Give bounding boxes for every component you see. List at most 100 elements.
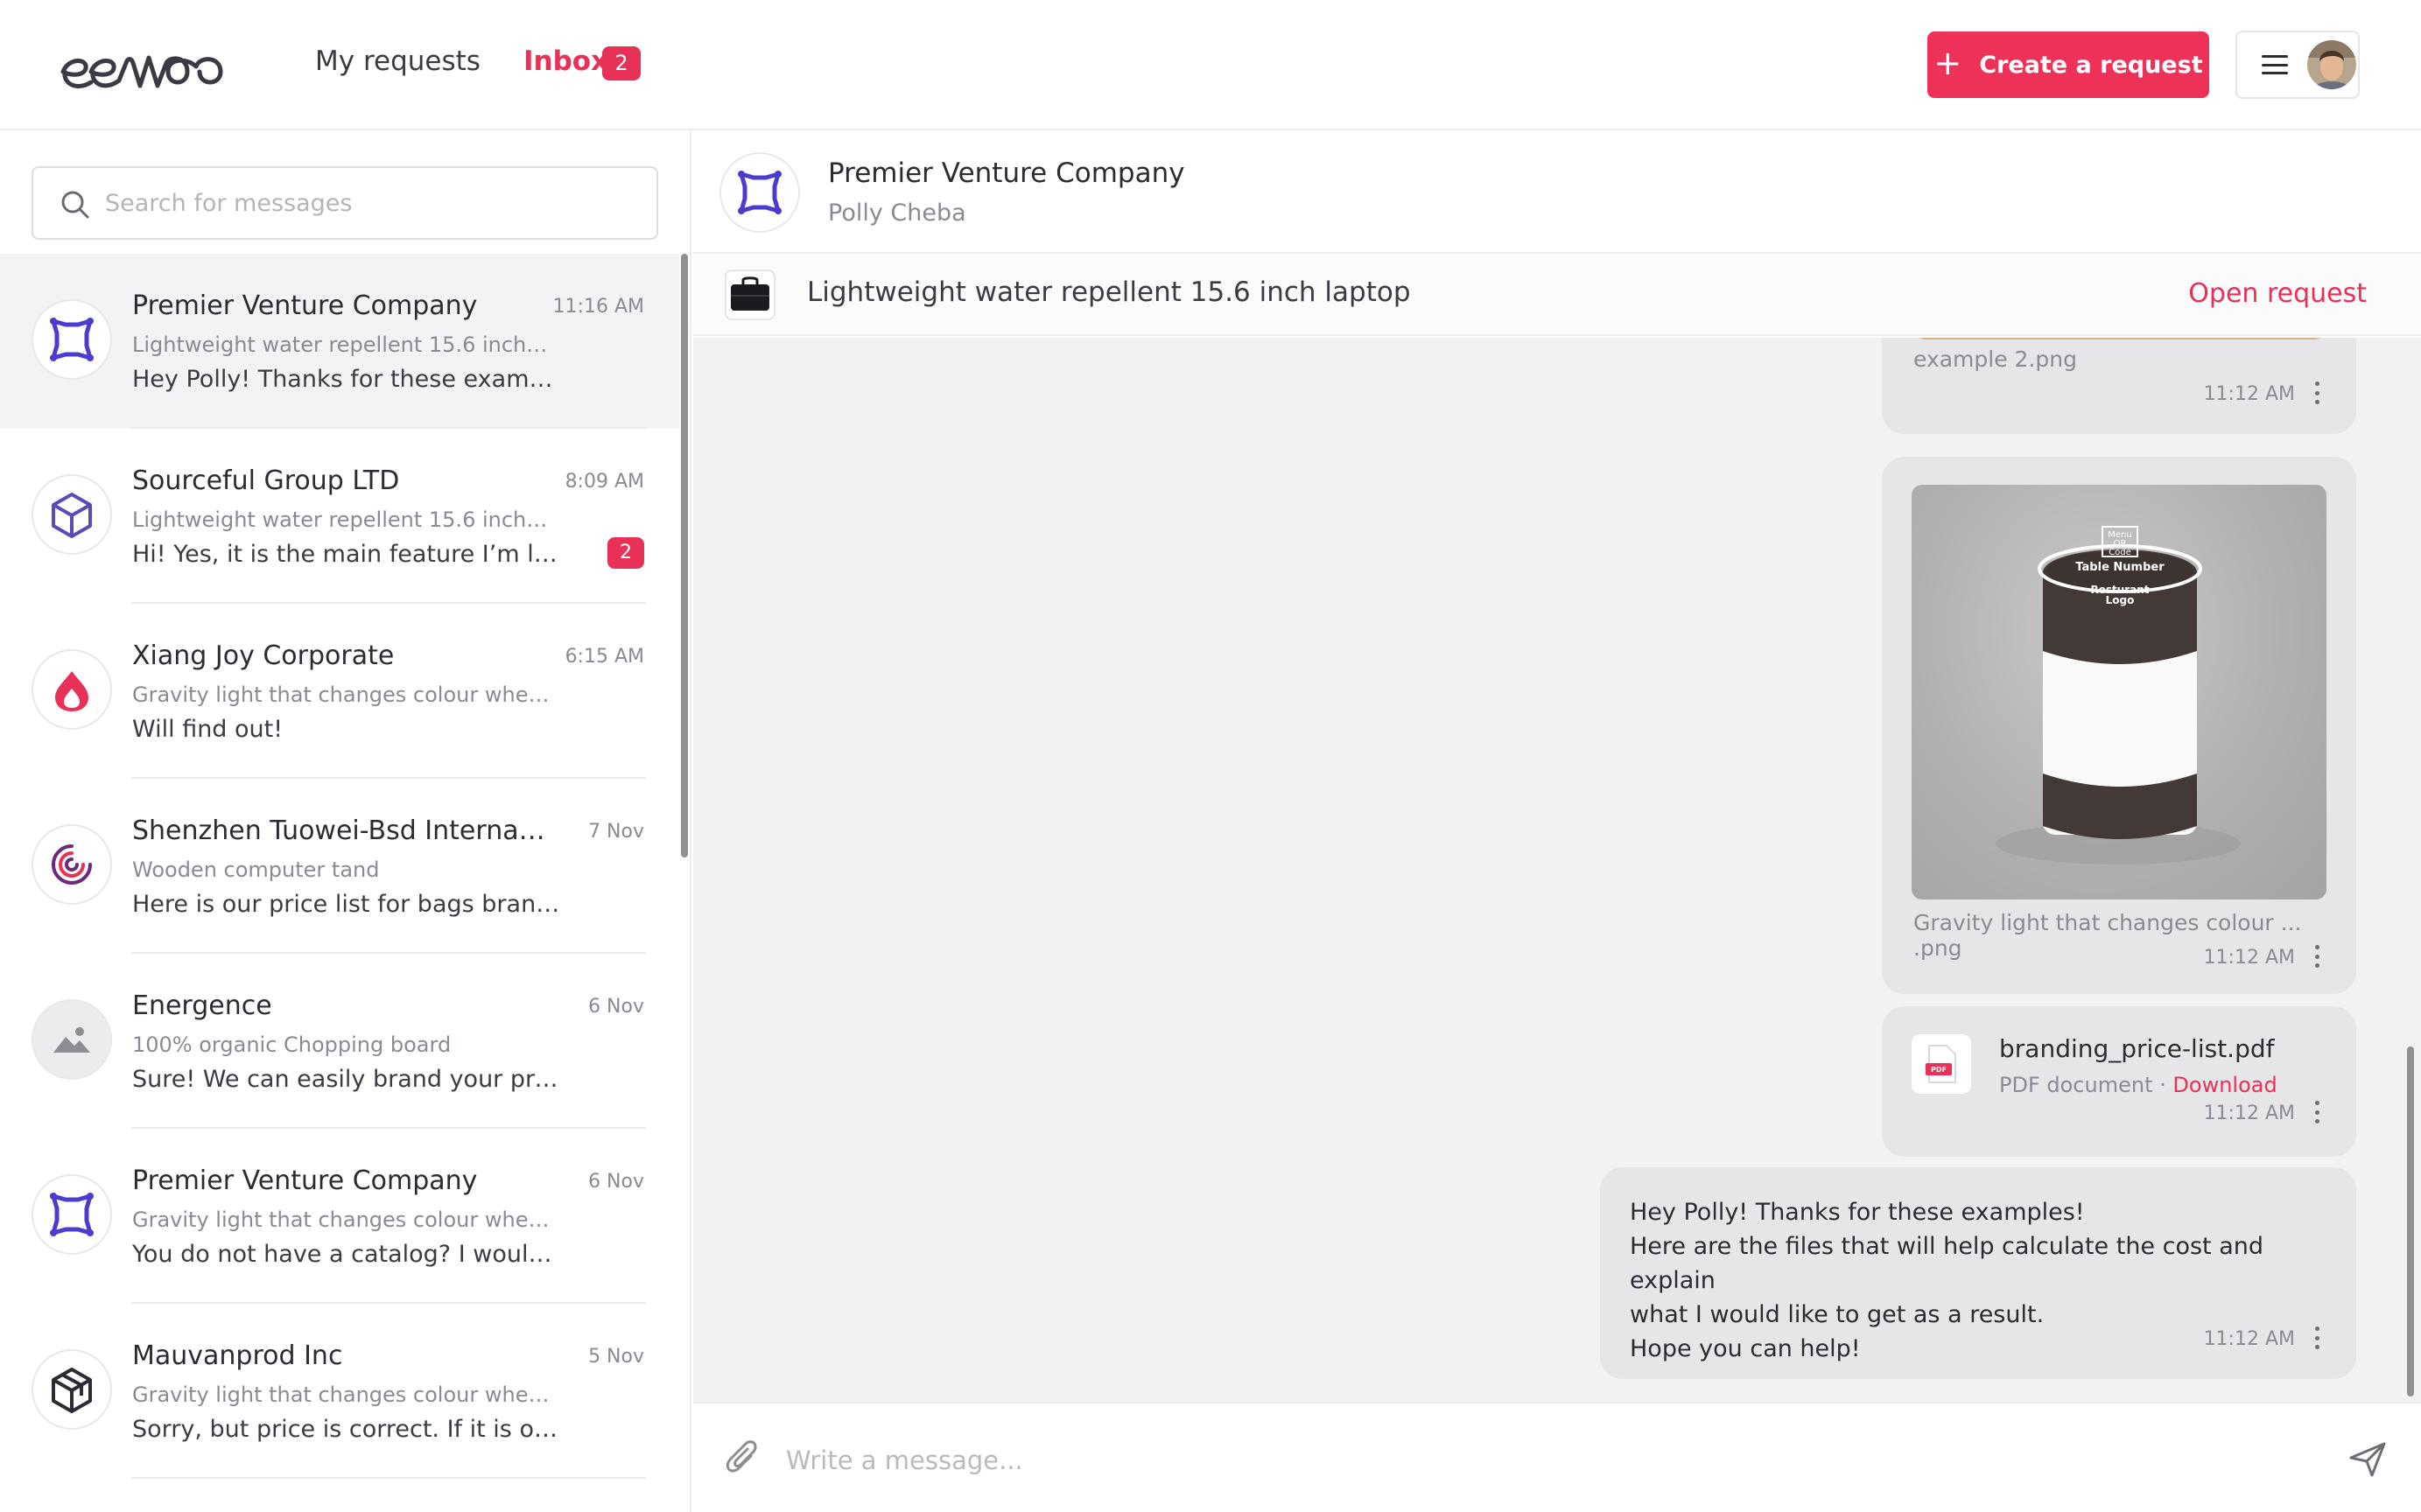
image-placeholder-icon <box>32 999 112 1080</box>
message-time: 11:12 AM <box>2203 383 2295 405</box>
conversation-item[interactable]: Sourceful Group LTD 8:09 AM Lightweight … <box>0 429 679 604</box>
message-image-bubble: example 2.png 11:12 AM <box>1882 338 2356 434</box>
conversation-company: Mauvanprod Inc <box>132 1340 343 1371</box>
attached-image[interactable] <box>1913 338 2326 340</box>
message-more-icon[interactable] <box>2314 1101 2319 1124</box>
conversation-company: Shenzhen Tuowei-Bsd Internati... <box>132 816 552 846</box>
meta-separator: · <box>2159 1073 2166 1097</box>
chat-company-name: Premier Venture Company <box>828 158 1185 189</box>
conversation-company: Sourceful Group LTD <box>132 466 400 496</box>
eewoo-logo[interactable] <box>56 32 240 102</box>
conversation-time: 6 Nov <box>588 996 644 1018</box>
conversation-item[interactable]: Energence 6 Nov 100% organic Chopping bo… <box>0 954 679 1129</box>
conversation-company: Energence <box>132 990 272 1021</box>
conversation-time: 8:09 AM <box>565 471 644 493</box>
laptop-bag-icon <box>725 270 775 320</box>
chat-contact-name: Polly Cheba <box>828 200 966 227</box>
message-time: 11:12 AM <box>2203 1102 2295 1124</box>
conversation-company: Premier Venture Company <box>132 1166 478 1196</box>
nav-my-requests[interactable]: My requests <box>315 46 481 77</box>
message-text-bubble: Hey Polly! Thanks for these examples! He… <box>1600 1167 2356 1379</box>
search-icon <box>61 191 89 219</box>
conversation-preview: Hi! Yes, it is the main feature I’m look… <box>132 541 561 568</box>
conversation-product: Lightweight water repellent 15.6 inch la… <box>132 332 552 357</box>
attachment-filename: example 2.png <box>1913 346 2077 372</box>
paperclip-icon[interactable] <box>725 1440 760 1479</box>
message-file-bubble: PDF branding_price-list.pdf PDF document… <box>1882 1006 2356 1157</box>
message-line: what I would like to get as a result. <box>1630 1301 2045 1328</box>
product-name: Lightweight water repellent 15.6 inch la… <box>807 276 1411 308</box>
file-type: PDF document <box>1999 1073 2153 1097</box>
create-request-label: Create a request <box>1979 51 2203 79</box>
open-request-link[interactable]: Open request <box>2188 278 2367 309</box>
inbox-count-badge: 2 <box>602 46 641 80</box>
hamburger-icon <box>2262 55 2288 74</box>
unread-count-badge: 2 <box>607 537 644 569</box>
conversation-preview: Will find out! <box>132 716 284 743</box>
conversation-company: Xiang Joy Corporate <box>132 640 395 671</box>
user-avatar <box>2307 40 2356 89</box>
cup-text-code: Code <box>2109 548 2131 557</box>
conversation-item[interactable]: Xiang Joy Corporate 6:15 AM Gravity ligh… <box>0 604 679 779</box>
message-line: Here are the files that will help calcul… <box>1630 1233 2264 1294</box>
conversation-product: Wooden computer tand <box>132 858 380 882</box>
attachment-filename: branding_price-list.pdf <box>1999 1034 2275 1063</box>
cup-text-table-number: Table Number <box>2075 561 2165 574</box>
conversation-item[interactable]: Shenzhen Tuowei-Bsd Internati... 7 Nov W… <box>0 779 679 954</box>
premier-logo-icon <box>32 299 112 380</box>
message-image-bubble: Menu QR Code Table Number Resturant Logo… <box>1882 457 2356 994</box>
divider <box>131 1477 646 1479</box>
conversation-product: Lightweight water repellent 15.6 inch la… <box>132 508 552 532</box>
message-composer <box>693 1402 2421 1512</box>
conversation-company: Premier Venture Company <box>132 290 478 321</box>
conversation-time: 11:16 AM <box>552 296 644 318</box>
cup-text-logo: Logo <box>2106 594 2135 606</box>
conversation-preview: Here is our price list for bags branding <box>132 891 561 918</box>
product-bar: Lightweight water repellent 15.6 inch la… <box>693 254 2421 336</box>
pdf-file-icon: PDF <box>1912 1034 1971 1094</box>
message-line: Hey Polly! Thanks for these examples! <box>1630 1199 2085 1226</box>
conversation-time: 6 Nov <box>588 1171 644 1193</box>
conversation-item[interactable]: Mauvanprod Inc 5 Nov Gravity light that … <box>0 1304 679 1479</box>
message-more-icon[interactable] <box>2314 382 2319 404</box>
conversation-preview: Sorry, but price is correct. If it is ok… <box>132 1416 561 1443</box>
mauvanprod-logo-icon <box>32 1349 112 1430</box>
download-link[interactable]: Download <box>2172 1073 2277 1097</box>
attached-image[interactable]: Menu QR Code Table Number Resturant Logo <box>1912 485 2326 900</box>
conversation-time: 5 Nov <box>588 1346 644 1368</box>
chat-header: Premier Venture Company Polly Cheba <box>693 131 2421 254</box>
conversation-product: Gravity light that changes colour when t… <box>132 1208 552 1232</box>
user-menu-button[interactable] <box>2235 31 2360 99</box>
conversation-list: Premier Venture Company 11:16 AM Lightwe… <box>0 254 679 1479</box>
attachment-meta: PDF document · Download <box>1999 1073 2277 1097</box>
message-input[interactable] <box>786 1438 2274 1482</box>
message-time: 11:12 AM <box>2203 947 2295 969</box>
message-more-icon[interactable] <box>2314 1326 2319 1349</box>
create-request-button[interactable]: + Create a request <box>1927 32 2209 98</box>
conversation-item[interactable]: Premier Venture Company 6 Nov Gravity li… <box>0 1129 679 1304</box>
conversation-item[interactable]: Premier Venture Company 11:16 AM Lightwe… <box>0 254 679 429</box>
send-icon[interactable] <box>2349 1442 2386 1477</box>
conversation-sidebar: Premier Venture Company 11:16 AM Lightwe… <box>0 131 691 1512</box>
conversation-preview: Hey Polly! Thanks for these examples... <box>132 366 561 393</box>
conversation-product: Gravity light that changes colour when t… <box>132 682 552 707</box>
premier-logo-icon <box>32 1174 112 1255</box>
svg-text:PDF: PDF <box>1931 1066 1947 1074</box>
message-time: 11:12 AM <box>2203 1328 2295 1350</box>
nav-inbox[interactable]: Inbox <box>523 46 608 77</box>
message-thread: example 2.png 11:12 AM Menu QR Code Tabl… <box>693 338 2421 1402</box>
premier-logo-icon <box>719 152 800 233</box>
message-more-icon[interactable] <box>2314 945 2319 968</box>
xiang-logo-icon <box>32 649 112 730</box>
conversation-product: Gravity light that changes colour when t… <box>132 1382 552 1407</box>
search-box <box>32 166 658 240</box>
sourceful-logo-icon <box>32 474 112 555</box>
conversation-preview: Sure! We can easily brand your produ... <box>132 1066 561 1093</box>
shenzhen-logo-icon <box>32 824 112 905</box>
conversation-product: 100% organic Chopping board <box>132 1032 452 1057</box>
search-input[interactable] <box>105 184 630 222</box>
conversation-time: 7 Nov <box>588 821 644 843</box>
sidebar-scrollbar[interactable] <box>681 254 688 858</box>
top-header: My requests Inbox 2 + Create a request <box>0 0 2421 130</box>
thread-scrollbar[interactable] <box>2407 1046 2414 1396</box>
